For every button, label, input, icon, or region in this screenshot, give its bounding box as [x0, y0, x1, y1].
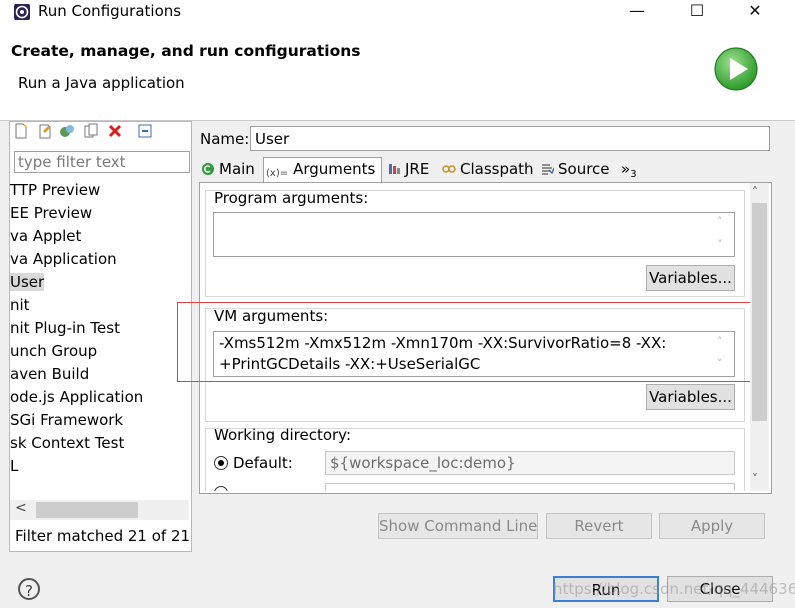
- other-directory-field[interactable]: [325, 483, 735, 491]
- tab-classpath-label: Classpath: [460, 160, 534, 178]
- new-prototype-icon[interactable]: [37, 123, 53, 139]
- program-arguments-field[interactable]: [213, 212, 735, 257]
- tab-source-label: Source: [558, 160, 610, 178]
- list-item-label: nit: [10, 296, 30, 314]
- scroll-up-arrow-icon[interactable]: ˄: [752, 185, 758, 199]
- tab-source[interactable]: Source: [540, 158, 610, 181]
- maximize-button[interactable]: ☐: [674, 0, 720, 24]
- vm-variables-button[interactable]: Variables...: [646, 384, 735, 410]
- revert-button[interactable]: Revert: [546, 513, 652, 539]
- tab-main[interactable]: Main: [201, 158, 255, 181]
- list-item[interactable]: SGi Framework: [10, 409, 189, 432]
- default-radio-label: Default:: [233, 454, 293, 472]
- close-window-button[interactable]: ✕: [732, 0, 778, 24]
- program-args-scroll-up-icon[interactable]: ˄: [717, 215, 723, 228]
- list-item-label: User: [10, 273, 45, 291]
- default-directory-field: ${workspace_loc:demo}: [325, 451, 735, 475]
- main-tab-icon: [202, 163, 214, 175]
- other-radio[interactable]: [214, 486, 228, 491]
- program-variables-button[interactable]: Variables...: [646, 265, 735, 291]
- more-tabs-icon: »: [621, 160, 631, 178]
- window-title: Run Configurations: [38, 2, 182, 20]
- dialog-subtitle: Run a Java application: [18, 74, 185, 92]
- list-item-label: sk Context Test: [10, 434, 125, 452]
- classpath-tab-icon: [442, 165, 456, 173]
- list-item[interactable]: nit Plug-in Test: [10, 317, 189, 340]
- more-tabs-button[interactable]: »3: [621, 158, 637, 181]
- dialog-title: Create, manage, and run configurations: [11, 42, 361, 60]
- list-item-label: EE Preview: [10, 204, 93, 222]
- list-item[interactable]: va Application: [10, 248, 189, 271]
- list-item-label: TTP Preview: [10, 181, 101, 199]
- tab-jre-label: JRE: [405, 160, 430, 178]
- eclipse-app-icon: [14, 4, 30, 20]
- more-tabs-count: 3: [630, 169, 637, 180]
- list-item-label: SGi Framework: [10, 411, 124, 429]
- new-config-icon[interactable]: [13, 123, 29, 139]
- highlight-box: [177, 302, 752, 382]
- arguments-tab-icon: (x)=: [266, 168, 289, 179]
- list-item-label: L: [10, 457, 19, 475]
- list-item-label: nit Plug-in Test: [10, 319, 120, 337]
- list-item[interactable]: L: [10, 455, 189, 478]
- list-item[interactable]: unch Group: [10, 340, 189, 363]
- configuration-list: TTP Preview EE Preview va Applet va Applica…: [10, 179, 189, 497]
- list-item-label: va Application: [10, 250, 117, 268]
- dialog-header: [0, 24, 795, 121]
- working-directory-label: Working directory:: [214, 426, 352, 444]
- list-item[interactable]: va Applet: [10, 225, 189, 248]
- source-tab-icon: [542, 164, 554, 175]
- duplicate-config-icon[interactable]: [83, 123, 99, 139]
- horizontal-scroll-thumb[interactable]: [36, 502, 138, 518]
- jre-tab-icon: [389, 164, 400, 174]
- filter-status-text: Filter matched 21 of 21 i: [15, 527, 189, 545]
- clipped-other-row: [205, 482, 743, 491]
- list-item-label: va Applet: [10, 227, 82, 245]
- list-item[interactable]: ode.js Application: [10, 386, 189, 409]
- name-label: Name:: [200, 130, 250, 148]
- watermark: https://blog.csdn.net/qq_44463655: [553, 580, 795, 598]
- help-icon[interactable]: ?: [18, 578, 40, 600]
- list-item-label: unch Group: [10, 342, 98, 360]
- filter-input[interactable]: [14, 151, 190, 173]
- run-banner-icon: [714, 47, 758, 91]
- tab-strip: Main (x)= Arguments JRE Classpath Source …: [199, 157, 770, 183]
- list-item-label: aven Build: [10, 365, 90, 383]
- minimize-button[interactable]: —: [614, 0, 660, 24]
- scroll-left-arrow-icon[interactable]: <: [15, 500, 27, 516]
- list-item[interactable]: nit: [10, 294, 189, 317]
- default-radio[interactable]: [214, 456, 228, 470]
- apply-button[interactable]: Apply: [659, 513, 765, 539]
- name-field[interactable]: [250, 126, 770, 151]
- list-item[interactable]: User: [10, 271, 189, 294]
- list-item-label: ode.js Application: [10, 388, 144, 406]
- tab-main-label: Main: [219, 160, 255, 178]
- program-arguments-label: Program arguments:: [214, 189, 369, 207]
- export-config-icon[interactable]: [59, 123, 75, 139]
- tab-arguments[interactable]: (x)= Arguments: [263, 157, 383, 183]
- show-command-line-button[interactable]: Show Command Line: [378, 513, 538, 539]
- list-item[interactable]: TTP Preview: [10, 179, 189, 202]
- tab-jre[interactable]: JRE: [387, 158, 429, 181]
- list-item[interactable]: sk Context Test: [10, 432, 189, 455]
- tab-classpath[interactable]: Classpath: [442, 158, 534, 181]
- delete-config-icon[interactable]: [107, 123, 123, 139]
- list-item[interactable]: EE Preview: [10, 202, 189, 225]
- list-item[interactable]: aven Build: [10, 363, 189, 386]
- program-args-scroll-down-icon[interactable]: ˅: [717, 238, 723, 251]
- collapse-all-icon[interactable]: [137, 123, 153, 139]
- vertical-scroll-thumb[interactable]: [752, 203, 767, 421]
- tab-arguments-label: Arguments: [293, 160, 376, 178]
- scroll-down-arrow-icon[interactable]: ˅: [752, 472, 758, 486]
